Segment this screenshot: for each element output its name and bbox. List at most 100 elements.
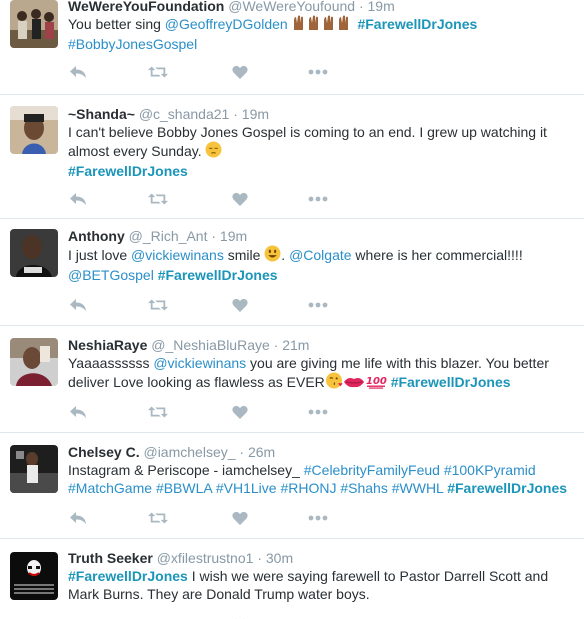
avatar[interactable] — [10, 229, 58, 277]
hashtag-link[interactable]: #BobbyJonesGospel — [68, 36, 197, 52]
kiss-face-emoji — [325, 372, 343, 393]
like-icon[interactable] — [230, 189, 250, 209]
hashtag-link[interactable]: #FarewellDrJones — [158, 267, 278, 283]
tweet[interactable]: Truth Seeker @xfilestrustno1 · 30m #Fare… — [0, 539, 584, 619]
reply-icon[interactable] — [68, 508, 88, 528]
retweet-icon[interactable] — [148, 508, 168, 528]
retweet-icon[interactable] — [148, 295, 168, 315]
hashtag-link[interactable]: #WWHL — [392, 480, 444, 496]
tweet-text-run: smile — [223, 247, 265, 263]
display-name[interactable]: NeshiaRaye — [68, 337, 147, 353]
tweet-feed: WeWereYouFoundation @WeWereYoufound · 19… — [0, 0, 584, 619]
tweet[interactable]: Anthony @_Rich_Ant · 19m I just love @vi… — [0, 219, 584, 326]
user-handle[interactable]: @WeWereYoufound — [228, 0, 355, 14]
timestamp[interactable]: 21m — [282, 337, 309, 353]
tweet-text-run: where is her commercial!!!! — [351, 247, 523, 263]
retweet-icon[interactable] — [148, 402, 168, 422]
hashtag-link[interactable]: #RHONJ — [280, 480, 336, 496]
like-icon[interactable] — [230, 508, 250, 528]
more-icon[interactable] — [308, 402, 328, 422]
hashtag-link[interactable]: #MatchGame — [68, 480, 152, 496]
hashtag-link[interactable]: #FarewellDrJones — [68, 568, 188, 584]
avatar[interactable] — [10, 338, 58, 386]
hashtag-link[interactable]: #CelebrityFamilyFeud — [304, 462, 440, 478]
like-icon[interactable] — [230, 62, 250, 82]
tweet-header: NeshiaRaye @_NeshiaBluRaye · 21m — [68, 336, 578, 354]
user-handle[interactable]: @xfilestrustno1 — [157, 550, 254, 566]
mention-link[interactable]: @BETGospel — [68, 267, 154, 283]
avatar[interactable] — [10, 0, 58, 48]
more-icon[interactable] — [308, 295, 328, 315]
hashtag-link[interactable]: #FarewellDrJones — [391, 374, 511, 390]
hashtag-link[interactable]: #100KPyramid — [444, 462, 536, 478]
hashtag-link[interactable]: #VH1Live — [216, 480, 277, 496]
retweet-icon[interactable] — [148, 189, 168, 209]
avatar[interactable] — [10, 106, 58, 154]
smiley-emoji — [264, 245, 281, 266]
more-icon[interactable] — [308, 189, 328, 209]
more-icon[interactable] — [308, 508, 328, 528]
mention-link[interactable]: @GeoffreyDGolden — [165, 16, 288, 32]
raised-hands-emoji — [292, 15, 354, 35]
separator-dot: · — [257, 550, 262, 566]
kiss-lips-emoji — [343, 375, 365, 393]
display-name[interactable]: Anthony — [68, 228, 125, 244]
user-handle[interactable]: @iamchelsey_ — [143, 444, 235, 460]
hashtag-link[interactable]: #BBWLA — [156, 480, 212, 496]
user-handle[interactable]: @c_shanda21 — [139, 106, 230, 122]
like-icon[interactable] — [230, 615, 250, 619]
display-name[interactable]: WeWereYouFoundation — [68, 0, 224, 14]
hundred-emoji: 100 — [365, 373, 387, 393]
reply-icon[interactable] — [68, 189, 88, 209]
like-icon[interactable] — [230, 295, 250, 315]
svg-text:100: 100 — [366, 376, 387, 387]
timestamp[interactable]: 19m — [220, 228, 247, 244]
timestamp[interactable]: 19m — [368, 0, 395, 14]
tweet-text: Instagram & Periscope - iamchelsey_ #Cel… — [68, 461, 578, 497]
tweet-text-run: . — [281, 247, 290, 263]
like-icon[interactable] — [230, 402, 250, 422]
reply-icon[interactable] — [68, 402, 88, 422]
reply-icon[interactable] — [68, 295, 88, 315]
reply-icon[interactable] — [68, 615, 88, 619]
avatar[interactable] — [10, 552, 58, 600]
pensive-face-emoji — [205, 141, 222, 162]
tweet-header: Chelsey C. @iamchelsey_ · 26m — [68, 443, 578, 461]
hashtag-link[interactable]: #FarewellDrJones — [447, 480, 567, 496]
hashtag-link[interactable]: #FarewellDrJones — [68, 163, 188, 179]
user-handle[interactable]: @_NeshiaBluRaye — [151, 337, 270, 353]
timestamp[interactable]: 30m — [266, 550, 293, 566]
tweet[interactable]: NeshiaRaye @_NeshiaBluRaye · 21m Yaaaass… — [0, 326, 584, 433]
display-name[interactable]: Chelsey C. — [68, 444, 140, 460]
more-icon[interactable] — [308, 62, 328, 82]
tweet-text: I just love @vickiewinans smile . @Colga… — [68, 245, 578, 284]
tweet-text-run: I just love — [68, 247, 132, 263]
timestamp[interactable]: 26m — [248, 444, 275, 460]
more-icon[interactable] — [308, 615, 328, 619]
tweet-header: ~Shanda~ @c_shanda21 · 19m — [68, 105, 578, 123]
tweet[interactable]: WeWereYouFoundation @WeWereYoufound · 19… — [0, 0, 584, 95]
hashtag-link[interactable]: #FarewellDrJones — [357, 16, 477, 32]
retweet-icon[interactable] — [148, 62, 168, 82]
timestamp[interactable]: 19m — [242, 106, 269, 122]
separator-dot: · — [358, 0, 364, 14]
mention-link[interactable]: @vickiewinans — [131, 247, 224, 263]
reply-icon[interactable] — [68, 62, 88, 82]
display-name[interactable]: ~Shanda~ — [68, 106, 135, 122]
mention-link[interactable]: @Colgate — [289, 247, 351, 263]
tweet-text-run: Yaaaassssss — [68, 355, 154, 371]
avatar[interactable] — [10, 445, 58, 493]
mention-link[interactable]: @vickiewinans — [153, 355, 246, 371]
display-name[interactable]: Truth Seeker — [68, 550, 153, 566]
tweet-text-run: You better sing — [68, 16, 165, 32]
tweet[interactable]: Chelsey C. @iamchelsey_ · 26m Instagram … — [0, 433, 584, 539]
tweet-text-run: Instagram & Periscope - iamchelsey_ — [68, 462, 304, 478]
tweet-header: WeWereYouFoundation @WeWereYoufound · 19… — [68, 0, 578, 15]
tweet[interactable]: ~Shanda~ @c_shanda21 · 19m I can't belie… — [0, 95, 584, 219]
tweet-header: Truth Seeker @xfilestrustno1 · 30m — [68, 549, 578, 567]
separator-dot: · — [233, 106, 238, 122]
user-handle[interactable]: @_Rich_Ant — [129, 228, 208, 244]
hashtag-link[interactable]: #Shahs — [340, 480, 387, 496]
retweet-icon[interactable] — [148, 615, 168, 619]
tweet-text-run: I can't believe Bobby Jones Gospel is co… — [68, 124, 547, 159]
